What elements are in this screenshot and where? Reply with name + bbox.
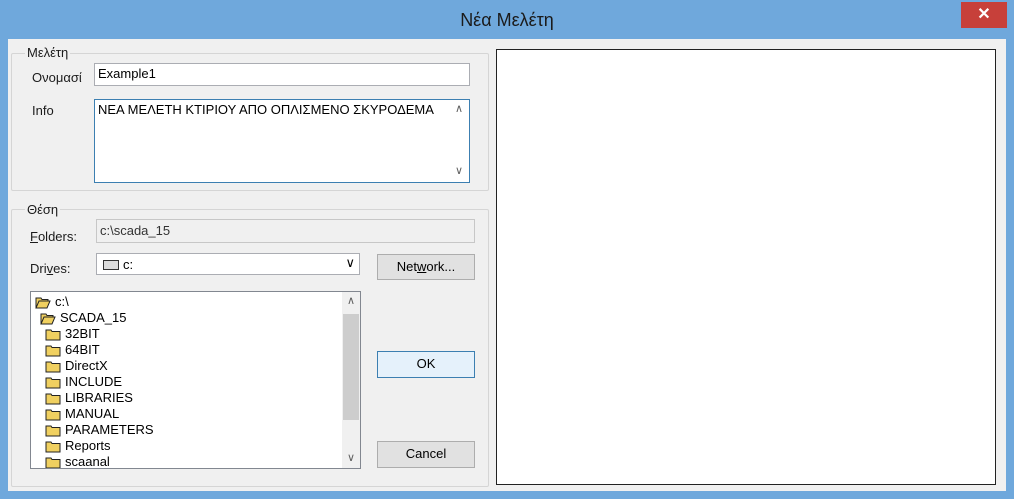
folder-name: MANUAL xyxy=(65,406,120,421)
folder-icon xyxy=(45,409,61,421)
info-scroll-down-arrow[interactable]: ∨ xyxy=(451,163,467,179)
cancel-button[interactable]: Cancel xyxy=(377,441,475,468)
folder-list-item[interactable]: PARAMETERS xyxy=(45,422,154,438)
network-button[interactable]: Network... xyxy=(377,254,475,280)
folders-label: Folders: xyxy=(30,229,77,244)
name-input[interactable]: Example1 xyxy=(94,63,470,86)
chevron-down-icon[interactable]: ∨ xyxy=(345,255,355,271)
open-folder-icon xyxy=(35,297,51,309)
folder-name: LIBRARIES xyxy=(65,390,133,405)
list-scroll-up-arrow[interactable]: ∧ xyxy=(343,293,359,309)
folder-icon xyxy=(45,329,61,341)
folder-list-item[interactable]: LIBRARIES xyxy=(45,390,133,406)
folder-list-item[interactable]: MANUAL xyxy=(45,406,119,422)
drives-label-text: es: xyxy=(53,261,71,276)
folder-list-item[interactable]: INCLUDE xyxy=(45,374,122,390)
folder-name: scaanal xyxy=(65,454,110,469)
name-label: Ονομασί xyxy=(32,70,82,85)
list-scroll-down-arrow[interactable]: ∨ xyxy=(343,450,359,466)
dialog-body: Μελέτη Ονομασί Example1 Info ΝΕΑ ΜΕΛΕΤΗ … xyxy=(8,39,1006,491)
folder-icon xyxy=(45,441,61,453)
title-bar[interactable]: Νέα Μελέτη ✕ xyxy=(1,1,1013,39)
network-button-text: ork... xyxy=(426,259,456,274)
folder-icon xyxy=(45,345,61,357)
study-group-label: Μελέτη xyxy=(25,45,71,60)
info-text: ΝΕΑ ΜΕΛΕΤΗ ΚΤΙΡΙΟΥ ΑΠΟ ΟΠΛΙΣΜΕΝΟ ΣΚΥΡΟΔΕ… xyxy=(98,102,434,117)
drive-icon xyxy=(103,260,119,270)
info-scroll-up-arrow[interactable]: ∧ xyxy=(451,101,467,117)
folders-label-text: olders: xyxy=(37,229,77,244)
folder-icon xyxy=(45,457,61,468)
preview-pane xyxy=(496,49,996,485)
location-group-label: Θέση xyxy=(25,202,61,217)
folder-icon xyxy=(45,361,61,373)
folder-list-scrollbar[interactable]: ∧ ∨ xyxy=(342,292,360,468)
info-textarea[interactable]: ΝΕΑ ΜΕΛΕΤΗ ΚΤΙΡΙΟΥ ΑΠΟ ΟΠΛΙΣΜΕΝΟ ΣΚΥΡΟΔΕ… xyxy=(94,99,470,183)
folder-name: Reports xyxy=(65,438,111,453)
close-button[interactable]: ✕ xyxy=(961,2,1007,28)
drives-selected-value: c: xyxy=(123,257,134,272)
list-scroll-thumb[interactable] xyxy=(343,314,359,420)
folder-list[interactable]: c:\ SCADA_15 32BIT 64BIT DirectX INCLUDE LIBRA… xyxy=(30,291,361,469)
folders-field: c:\scada_15 xyxy=(96,219,475,243)
network-button-mnemonic: w xyxy=(416,259,427,274)
folder-list-item[interactable]: 32BIT xyxy=(45,326,100,342)
folder-name: INCLUDE xyxy=(65,374,123,389)
open-folder-icon xyxy=(40,313,56,325)
folder-name: PARAMETERS xyxy=(65,422,154,437)
drives-label: Drives: xyxy=(30,261,70,276)
drives-dropdown[interactable]: c: ∨ xyxy=(96,253,360,275)
folder-list-item[interactable]: c:\ xyxy=(35,294,69,310)
drives-label-pre: Dri xyxy=(30,261,47,276)
info-label: Info xyxy=(32,103,54,118)
folder-name: 32BIT xyxy=(65,326,100,341)
network-button-pre: Net xyxy=(396,259,417,274)
folder-icon xyxy=(45,393,61,405)
folder-name: DirectX xyxy=(65,358,108,373)
new-study-dialog: Νέα Μελέτη ✕ Μελέτη Ονομασί Example1 Inf… xyxy=(0,0,1014,499)
folder-icon xyxy=(45,377,61,389)
folder-list-item[interactable]: SCADA_15 xyxy=(40,310,126,326)
ok-button[interactable]: OK xyxy=(377,351,475,378)
window-title: Νέα Μελέτη xyxy=(460,10,554,30)
folder-name: SCADA_15 xyxy=(60,310,127,325)
folder-list-item[interactable]: 64BIT xyxy=(45,342,100,358)
folder-name: 64BIT xyxy=(65,342,100,357)
folder-name: c:\ xyxy=(55,294,69,309)
folder-list-item[interactable]: Reports xyxy=(45,438,111,454)
folder-icon xyxy=(45,425,61,437)
folder-list-item[interactable]: DirectX xyxy=(45,358,108,374)
folders-label-mnemonic: F xyxy=(30,229,38,244)
folder-list-item[interactable]: scaanal xyxy=(45,454,110,469)
close-icon: ✕ xyxy=(977,6,991,23)
